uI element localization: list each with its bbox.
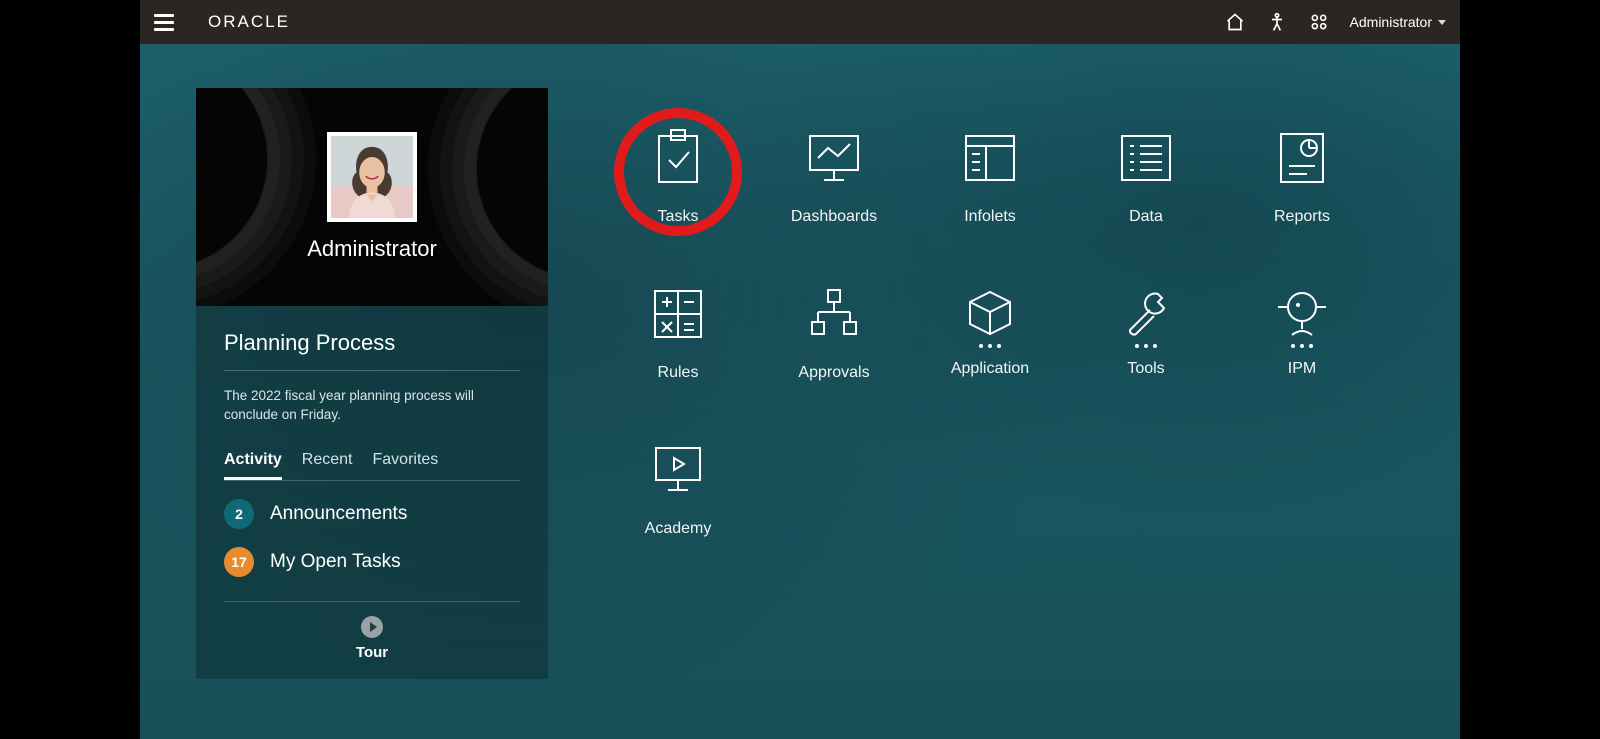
tile-label: Academy (645, 520, 712, 538)
tile-label: Data (1129, 208, 1163, 226)
tile-label: Reports (1274, 208, 1330, 226)
tile-label: Infolets (964, 208, 1016, 226)
tile-label: Rules (658, 364, 699, 382)
tile-academy[interactable]: Academy (600, 426, 756, 576)
brand-logo: ORACLE (208, 12, 290, 32)
hamburger-menu-icon[interactable] (154, 8, 182, 36)
announcements-count-badge: 2 (224, 499, 254, 529)
tile-ipm[interactable]: IPM (1224, 270, 1380, 420)
open-tasks-label: My Open Tasks (270, 551, 401, 573)
panel-header: Administrator (196, 88, 548, 306)
layout-panel-icon (964, 132, 1016, 184)
accessibility-icon[interactable] (1262, 7, 1292, 37)
play-icon (361, 616, 383, 638)
tab-favorites[interactable]: Favorites (373, 451, 439, 480)
clipboard-check-icon (652, 132, 704, 184)
tile-dashboards[interactable]: Dashboards (756, 114, 912, 264)
report-pie-icon (1276, 132, 1328, 184)
tile-reports[interactable]: Reports (1224, 114, 1380, 264)
tile-label: IPM (1288, 360, 1316, 378)
panel-user-name: Administrator (307, 236, 437, 262)
process-title: Planning Process (224, 330, 520, 371)
more-dots-icon (979, 344, 1001, 348)
app-window: ORACLE Administrator (140, 0, 1460, 739)
more-dots-icon (1135, 344, 1157, 348)
tile-tasks[interactable]: Tasks (600, 114, 756, 264)
user-menu[interactable]: Administrator (1350, 14, 1446, 30)
global-header: ORACLE Administrator (140, 0, 1460, 44)
cube-icon (964, 288, 1016, 340)
tile-application[interactable]: Application (912, 270, 1068, 420)
tour-button[interactable]: Tour (356, 616, 388, 661)
announcements-row[interactable]: 2 Announcements (224, 499, 520, 529)
insight-person-icon (1276, 288, 1328, 340)
tour-label: Tour (356, 644, 388, 661)
home-icon[interactable] (1220, 7, 1250, 37)
user-menu-label: Administrator (1350, 14, 1432, 30)
tile-approvals[interactable]: Approvals (756, 270, 912, 420)
play-monitor-icon (652, 444, 704, 496)
tile-rules[interactable]: Rules (600, 270, 756, 420)
wrench-icon (1120, 288, 1172, 340)
nav-grid: Tasks Dashboards (600, 114, 1380, 576)
hierarchy-icon (808, 288, 860, 340)
process-description: The 2022 fiscal year planning process wi… (224, 387, 520, 425)
main-area: Administrator Planning Process The 2022 … (140, 44, 1460, 739)
tile-label: Approvals (798, 364, 869, 382)
tile-label: Tasks (658, 208, 699, 226)
welcome-panel: Administrator Planning Process The 2022 … (196, 88, 548, 679)
tile-label: Tools (1127, 360, 1164, 378)
tile-infolets[interactable]: Infolets (912, 114, 1068, 264)
tile-tools[interactable]: Tools (1068, 270, 1224, 420)
more-dots-icon (1291, 344, 1313, 348)
announcements-label: Announcements (270, 503, 407, 525)
apps-grid-icon[interactable] (1304, 7, 1334, 37)
open-tasks-row[interactable]: 17 My Open Tasks (224, 547, 520, 577)
monitor-chart-icon (808, 132, 860, 184)
activity-list: 2 Announcements 17 My Open Tasks (224, 499, 520, 577)
caret-down-icon (1438, 20, 1446, 25)
open-tasks-count-badge: 17 (224, 547, 254, 577)
tab-recent[interactable]: Recent (302, 451, 353, 480)
tile-data[interactable]: Data (1068, 114, 1224, 264)
avatar (327, 132, 417, 222)
panel-footer: Tour (224, 601, 520, 661)
calculator-icon (652, 288, 704, 340)
panel-tabs: Activity Recent Favorites (224, 451, 520, 481)
tile-label: Application (951, 360, 1029, 378)
list-lines-icon (1120, 132, 1172, 184)
tab-activity[interactable]: Activity (224, 451, 282, 480)
tile-label: Dashboards (791, 208, 877, 226)
panel-body: Planning Process The 2022 fiscal year pl… (196, 306, 548, 679)
